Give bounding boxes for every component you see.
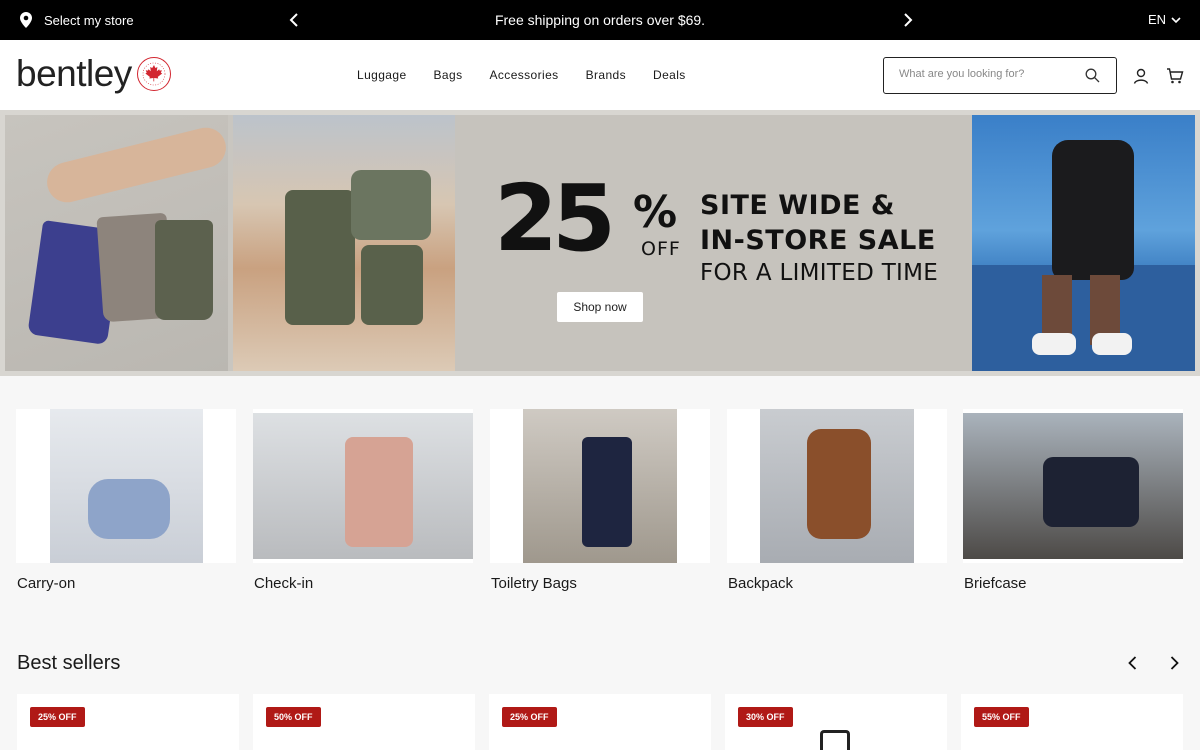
search-box (883, 57, 1117, 94)
product-thumbnail (820, 730, 850, 750)
category-briefcase[interactable]: Briefcase (963, 409, 1183, 592)
site-header: bentley Luggage Bags Accessories Brands … (0, 40, 1200, 110)
promo-message: Free shipping on orders over $69. (494, 12, 706, 28)
search-input[interactable] (899, 68, 1079, 80)
location-pin-icon (20, 12, 32, 28)
category-image (963, 409, 1183, 563)
main-nav: Luggage Bags Accessories Brands Deals (357, 68, 686, 82)
select-store-label: Select my store (44, 12, 134, 28)
select-store-link[interactable]: Select my store (18, 11, 134, 29)
nav-deals[interactable]: Deals (653, 68, 686, 82)
hero-sale-panel: 25 % OFF SITE WIDE & IN-STORE SALE FOR A… (455, 115, 972, 371)
nav-luggage[interactable]: Luggage (357, 68, 407, 82)
category-image (253, 409, 473, 563)
nav-bags[interactable]: Bags (434, 68, 463, 82)
bentley-logo[interactable]: bentley (16, 54, 172, 94)
product-card[interactable]: 55% OFF (961, 694, 1183, 750)
hero-photo-luggage-desert (233, 115, 455, 371)
shop-now-button[interactable]: Shop now (557, 292, 643, 322)
logo-wordmark: bentley (16, 53, 132, 94)
hero-photo-tote-bags (5, 115, 231, 371)
chevron-right-icon[interactable] (1165, 654, 1183, 672)
hero-percent-sign: % (633, 187, 678, 238)
chevron-down-icon (1171, 16, 1181, 23)
category-image (727, 409, 947, 563)
best-sellers-title: Best sellers (17, 652, 121, 674)
discount-badge: 55% OFF (974, 707, 1029, 727)
product-card[interactable]: 50% OFF (253, 694, 475, 750)
hero-collage: 25 % OFF SITE WIDE & IN-STORE SALE FOR A… (5, 115, 1195, 371)
category-label: Check-in (254, 575, 314, 592)
hero-headline-2: IN-STORE SALE (700, 225, 936, 256)
hero-off-label: OFF (641, 238, 681, 260)
hero-percent: 25 (494, 165, 616, 272)
cart-icon[interactable] (1166, 67, 1184, 85)
category-label: Briefcase (964, 575, 1027, 592)
hero-subline: FOR A LIMITED TIME (700, 260, 939, 286)
discount-badge: 50% OFF (266, 707, 321, 727)
chevron-right-icon[interactable] (898, 11, 916, 29)
category-image (16, 409, 236, 563)
hero-headline-1: SITE WIDE & (700, 190, 895, 221)
chevron-left-icon[interactable] (1124, 654, 1142, 672)
discount-badge: 25% OFF (30, 707, 85, 727)
product-card[interactable]: 30% OFF (725, 694, 947, 750)
hero-photo-backpack-court (972, 115, 1195, 371)
discount-badge: 25% OFF (502, 707, 557, 727)
category-check-in[interactable]: Check-in (253, 409, 473, 592)
category-carry-on[interactable]: Carry-on (16, 409, 236, 592)
product-card[interactable]: 25% OFF (17, 694, 239, 750)
category-label: Carry-on (17, 575, 76, 592)
category-label: Toiletry Bags (491, 575, 577, 592)
category-label: Backpack (728, 575, 794, 592)
hero-banner[interactable]: 25 % OFF SITE WIDE & IN-STORE SALE FOR A… (0, 110, 1200, 376)
category-toiletry-bags[interactable]: Toiletry Bags (490, 409, 710, 592)
chevron-left-icon[interactable] (286, 11, 304, 29)
search-icon[interactable] (1085, 68, 1100, 83)
account-icon[interactable] (1132, 67, 1150, 85)
language-label: EN (1147, 12, 1166, 27)
discount-badge: 30% OFF (738, 707, 793, 727)
nav-brands[interactable]: Brands (586, 68, 626, 82)
proudly-canadian-seal (136, 57, 171, 91)
category-image (490, 409, 710, 563)
announcement-bar: Select my store Free shipping on orders … (0, 0, 1200, 40)
language-selector[interactable]: EN (1148, 12, 1182, 27)
nav-accessories[interactable]: Accessories (489, 68, 558, 82)
product-card[interactable]: 25% OFF (489, 694, 711, 750)
category-backpack[interactable]: Backpack (727, 409, 947, 592)
